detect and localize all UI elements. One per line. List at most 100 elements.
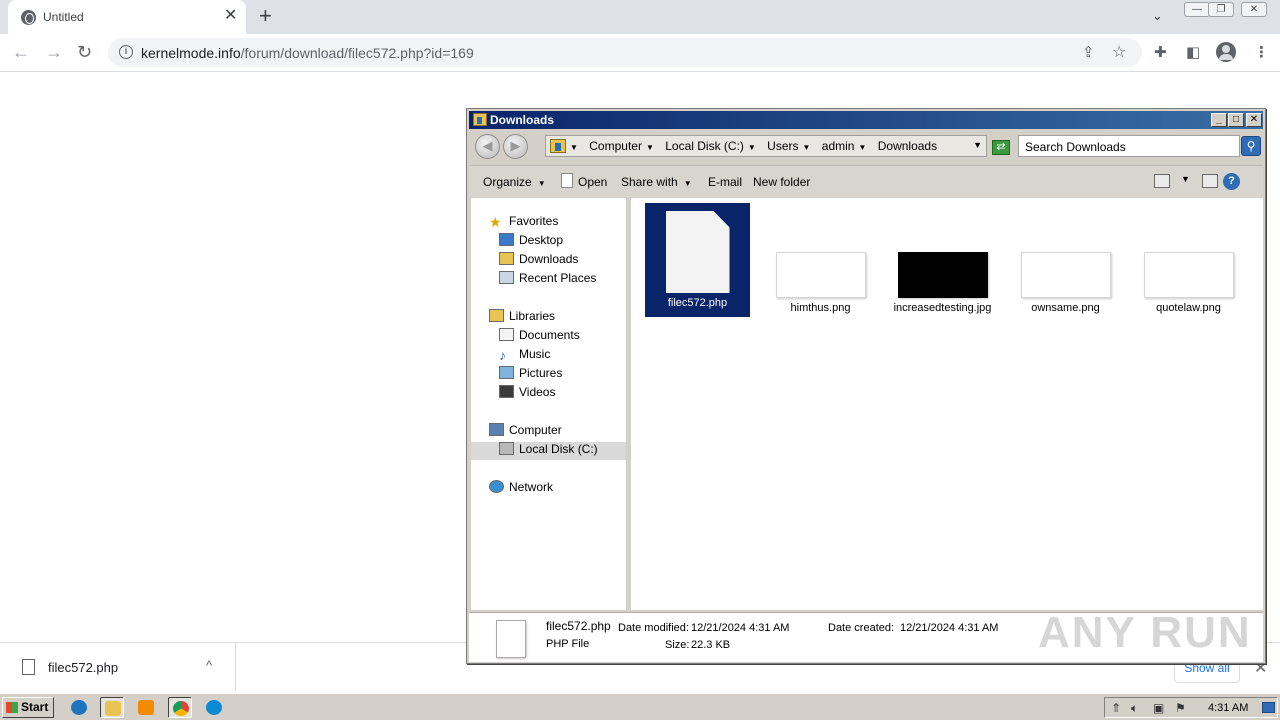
network-icon: [489, 480, 504, 493]
extensions-icon[interactable]: ✚: [1154, 43, 1167, 61]
back-button[interactable]: ←: [12, 42, 30, 62]
nav-downloads[interactable]: Downloads: [499, 252, 578, 270]
details-date-modified: 12/21/2024 4:31 AM: [691, 622, 790, 634]
network-tray-icon[interactable]: ▣: [1153, 701, 1164, 715]
share-with-button[interactable]: Share with ▼: [621, 175, 692, 189]
nav-videos[interactable]: Videos: [499, 385, 555, 403]
reload-button[interactable]: ↻: [77, 42, 92, 62]
share-icon[interactable]: ⇪: [1082, 43, 1095, 61]
pictures-icon: [499, 366, 514, 379]
chevron-up-icon[interactable]: ^: [206, 658, 212, 673]
help-icon[interactable]: ?: [1223, 173, 1240, 190]
image-thumbnail: [1020, 252, 1111, 298]
taskbar-edge[interactable]: [202, 697, 226, 718]
explorer-forward-button[interactable]: ▶: [503, 134, 528, 159]
action-center-flag-icon[interactable]: ⚑: [1175, 701, 1186, 715]
explorer-back-button[interactable]: ◀: [475, 134, 500, 159]
edge-icon: [206, 700, 222, 715]
nav-music-label: Music: [519, 347, 551, 361]
explorer-search-input[interactable]: Search Downloads: [1018, 135, 1240, 157]
url-text[interactable]: kernelmode.info/forum/download/filec572.…: [141, 45, 474, 61]
breadcrumb-computer[interactable]: Computer: [589, 139, 642, 153]
tray-expand-icon[interactable]: ⇑: [1111, 701, 1121, 715]
new-tab-button[interactable]: +: [259, 4, 272, 28]
tab-search-icon[interactable]: ⌄: [1152, 8, 1163, 24]
nav-network[interactable]: Network: [489, 480, 553, 498]
taskbar-media-player[interactable]: [134, 697, 158, 718]
file-item-filec572[interactable]: filec572.php: [645, 203, 750, 317]
explorer-address-box[interactable]: ▼ Computer ▼ Local Disk (C:) ▼ Users ▼ admi…: [545, 135, 987, 157]
view-dropdown-icon[interactable]: ▼: [1181, 174, 1190, 184]
refresh-icon[interactable]: ⇄: [992, 140, 1010, 155]
documents-icon: [499, 328, 514, 341]
nav-local-disk-label: Local Disk (C:): [519, 442, 598, 456]
open-button[interactable]: Open: [578, 175, 607, 189]
restore-button[interactable]: ❐: [1208, 2, 1234, 17]
nav-music[interactable]: ♪ Music: [499, 347, 550, 365]
menu-icon[interactable]: ⋮: [1254, 43, 1269, 61]
nav-documents-label: Documents: [519, 328, 580, 342]
bookmark-star-icon[interactable]: ☆: [1112, 42, 1126, 62]
side-panel-icon[interactable]: ◧: [1186, 43, 1200, 61]
breadcrumb-admin[interactable]: admin: [822, 139, 855, 153]
explorer-minimize-button[interactable]: _: [1211, 113, 1227, 127]
forward-button[interactable]: →: [45, 42, 63, 62]
nav-libraries[interactable]: Libraries: [489, 309, 555, 327]
tab-close-icon[interactable]: ✕: [224, 7, 237, 25]
explorer-maximize-button[interactable]: □: [1228, 113, 1244, 127]
site-info-icon[interactable]: i: [119, 45, 133, 59]
address-dropdown-icon[interactable]: ▼: [973, 140, 982, 150]
nav-desktop[interactable]: Desktop: [499, 233, 563, 251]
start-button[interactable]: Start: [2, 697, 54, 718]
new-folder-button[interactable]: New folder: [753, 175, 810, 189]
organize-button[interactable]: Organize ▼: [483, 175, 546, 189]
file-item-increasedtesting[interactable]: increasedtesting.jpg: [890, 252, 995, 315]
explorer-title: Downloads: [490, 113, 555, 127]
file-label: increasedtesting.jpg: [893, 302, 992, 314]
nav-favorites[interactable]: ★ Favorites: [489, 214, 558, 232]
show-desktop-icon[interactable]: [1262, 702, 1275, 713]
nav-local-disk[interactable]: Local Disk (C:): [471, 442, 626, 460]
search-icon[interactable]: ⚲: [1241, 136, 1261, 156]
nav-computer[interactable]: Computer: [489, 423, 562, 441]
volume-icon[interactable]: 🔈︎: [1131, 701, 1138, 716]
image-thumbnail: [1143, 252, 1234, 298]
file-item-quotelaw[interactable]: quotelaw.png: [1136, 252, 1241, 315]
nav-downloads-label: Downloads: [519, 252, 579, 266]
anyrun-watermark: ANY RUN: [1038, 608, 1252, 657]
nav-documents[interactable]: Documents: [499, 328, 580, 346]
explorer-close-button[interactable]: ✕: [1246, 113, 1262, 127]
nav-recent-places-label: Recent Places: [519, 271, 597, 285]
change-view-icon[interactable]: [1154, 174, 1170, 188]
download-item[interactable]: filec572.php ^: [0, 643, 236, 691]
explorer-title-bar[interactable]: Downloads _ □ ✕: [469, 111, 1263, 129]
file-item-ownsame[interactable]: ownsame.png: [1013, 252, 1118, 315]
taskbar-chrome[interactable]: [168, 697, 192, 718]
preview-pane-icon[interactable]: [1202, 174, 1218, 188]
breadcrumb-downloads[interactable]: Downloads: [878, 139, 937, 153]
close-window-button[interactable]: ✕: [1241, 2, 1267, 17]
minimize-button[interactable]: —: [1184, 2, 1210, 17]
share-with-label: Share with: [621, 175, 678, 189]
file-label: filec572.php: [667, 297, 728, 309]
nav-network-label: Network: [509, 480, 554, 494]
breadcrumb-users[interactable]: Users: [767, 139, 798, 153]
details-type: PHP File: [546, 638, 590, 650]
php-file-icon: [665, 211, 730, 293]
file-icon: [22, 659, 35, 675]
file-item-himthus[interactable]: himthus.png: [768, 252, 873, 315]
taskbar-explorer[interactable]: [100, 697, 124, 718]
music-icon: ♪: [499, 347, 506, 363]
profile-avatar-icon[interactable]: [1216, 42, 1236, 62]
computer-icon: [489, 423, 504, 436]
nav-pictures[interactable]: Pictures: [499, 366, 562, 384]
folder-icon: [550, 139, 566, 153]
email-button[interactable]: E-mail: [708, 175, 742, 189]
browser-tab[interactable]: Untitled ✕: [8, 0, 246, 34]
taskbar-ie[interactable]: [67, 697, 91, 718]
nav-libraries-label: Libraries: [509, 309, 556, 323]
nav-recent-places[interactable]: Recent Places: [499, 271, 596, 289]
clock[interactable]: 4:31 AM: [1208, 702, 1248, 714]
breadcrumb-local-disk[interactable]: Local Disk (C:): [665, 139, 744, 153]
address-bar[interactable]: i kernelmode.info/forum/download/filec57…: [108, 38, 1142, 67]
